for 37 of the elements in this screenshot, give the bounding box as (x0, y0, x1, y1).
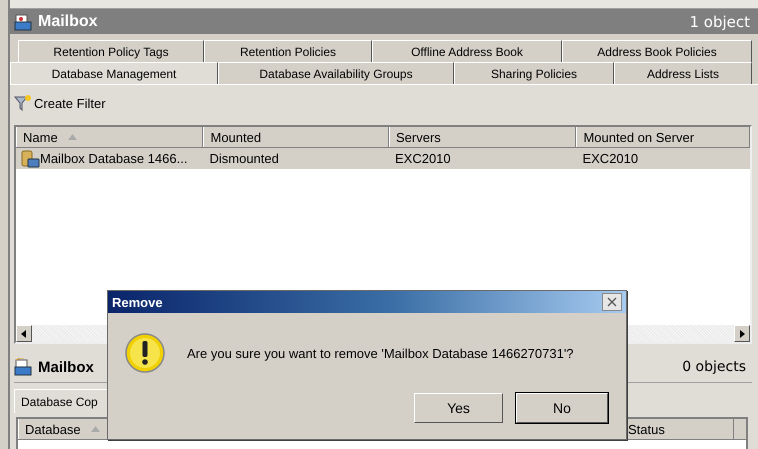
table-cell: EXC2010 (394, 151, 451, 166)
tab[interactable]: Address Book Policies (562, 40, 752, 62)
tab[interactable]: Retention Policies (204, 40, 372, 62)
column-header[interactable]: Name (16, 127, 204, 147)
mailbox-icon (14, 12, 32, 30)
tab[interactable]: Offline Address Book (372, 40, 562, 62)
pane-title: Mailbox (38, 358, 94, 376)
mailbox-icon (14, 358, 32, 376)
table-row[interactable]: Mailbox Database 1466... Dismounted EXC2010 EXC2010 (16, 148, 750, 169)
sort-arrow-icon (90, 426, 100, 432)
dialog-title: Remove (112, 294, 163, 310)
sort-arrow-icon (68, 134, 77, 140)
warning-icon (125, 333, 165, 373)
tab[interactable]: Database Availability Groups (218, 62, 454, 84)
tab[interactable]: Sharing Policies (454, 62, 614, 84)
dialog-button[interactable]: Yes (414, 393, 503, 423)
database-icon (20, 150, 40, 168)
right-arrow-icon (739, 330, 745, 338)
dialog-message: Are you sure you want to remove 'Mailbox Database 1466270731'? (187, 346, 574, 360)
tab[interactable]: Database Management (10, 62, 218, 84)
close-button[interactable] (602, 293, 622, 311)
column-header[interactable]: Mounted (203, 127, 389, 147)
column-header[interactable]: Mounted on Server (576, 127, 750, 147)
table-cell: EXC2010 (582, 151, 638, 166)
object-count: 1 object (689, 12, 750, 30)
create-filter-button[interactable]: Create Filter (14, 94, 106, 112)
pane-title: Mailbox (38, 12, 98, 30)
left-arrow-icon (21, 330, 27, 338)
column-header[interactable]: Servers (388, 127, 576, 147)
tab[interactable]: Address Lists (614, 62, 752, 84)
tab[interactable]: Retention Policy Tags (18, 40, 204, 62)
object-count: 0 objects (682, 359, 747, 375)
dialog-button[interactable]: No (516, 393, 608, 423)
close-icon (607, 297, 617, 307)
table-cell: Dismounted (209, 151, 279, 166)
funnel-icon (14, 94, 32, 112)
table-cell: Mailbox Database 1466... (40, 151, 188, 166)
